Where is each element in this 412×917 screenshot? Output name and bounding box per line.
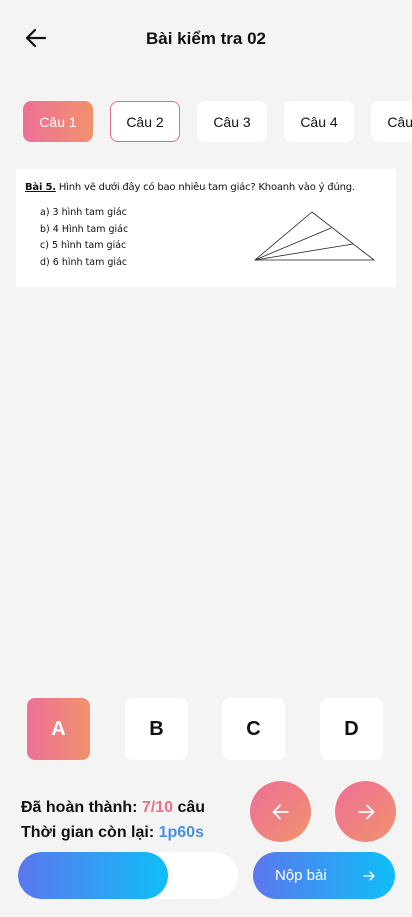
status-panel: Đã hoàn thành: 7/10 câu Thời gian còn lạ… (21, 795, 205, 845)
answer-a-button[interactable]: A (27, 698, 90, 760)
time-remaining: Thời gian còn lại: 1p60s (21, 820, 205, 845)
next-question-button[interactable] (335, 781, 396, 842)
time-value: 1p60s (158, 824, 204, 841)
triangle-figure (254, 211, 376, 261)
answer-c-button[interactable]: C (222, 698, 285, 760)
header: Bài kiểm tra 02 (0, 0, 412, 78)
tab-question-5[interactable]: Câu 5 (371, 101, 412, 142)
option-c: c) 5 hình tam giác (40, 240, 127, 251)
completion-label: Đã hoàn thành: (21, 799, 142, 816)
answer-d-button[interactable]: D (320, 698, 383, 760)
tab-question-4[interactable]: Câu 4 (284, 101, 354, 142)
question-options: a) 3 hình tam giác b) 4 Hình tam giác c)… (40, 205, 128, 271)
tab-question-2[interactable]: Câu 2 (110, 101, 180, 142)
progress-fill (18, 852, 168, 899)
tab-question-1[interactable]: Câu 1 (23, 101, 93, 142)
option-d: d) 6 hình tam giác (40, 256, 128, 268)
option-b: b) 4 Hình tam giác (40, 223, 129, 235)
tab-question-3[interactable]: Câu 3 (197, 101, 267, 142)
answer-choices: A B C D (27, 698, 383, 760)
time-label: Thời gian còn lại: (21, 824, 159, 841)
page-title: Bài kiểm tra 02 (145, 29, 266, 48)
completion-count: 7/10 (141, 799, 174, 816)
progress-bar (18, 852, 238, 899)
submit-label: Nộp bài (275, 867, 327, 884)
completion-unit: câu (173, 799, 206, 816)
question-card: Bài 5. Hình vẽ dưới đây có bao nhiêu tam… (16, 169, 396, 287)
question-prompt: Hình vẽ dưới đây có bao nhiêu tam giác? … (55, 182, 355, 193)
arrow-right-icon (363, 871, 375, 881)
completion-status: Đã hoàn thành: 7/10 câu (21, 795, 205, 820)
question-tabs: Câu 1 Câu 2 Câu 3 Câu 4 Câu 5 (23, 101, 412, 143)
question-text: Bài 5. Hình vẽ dưới đây có bao nhiêu tam… (25, 182, 355, 193)
option-a: a) 3 hình tam giác (40, 207, 127, 218)
arrow-left-icon (272, 804, 289, 819)
answer-b-button[interactable]: B (125, 698, 188, 760)
arrow-right-icon (357, 804, 374, 819)
previous-question-button[interactable] (250, 781, 311, 842)
question-number: Bài 5. (25, 182, 56, 193)
submit-button[interactable]: Nộp bài (253, 852, 395, 899)
